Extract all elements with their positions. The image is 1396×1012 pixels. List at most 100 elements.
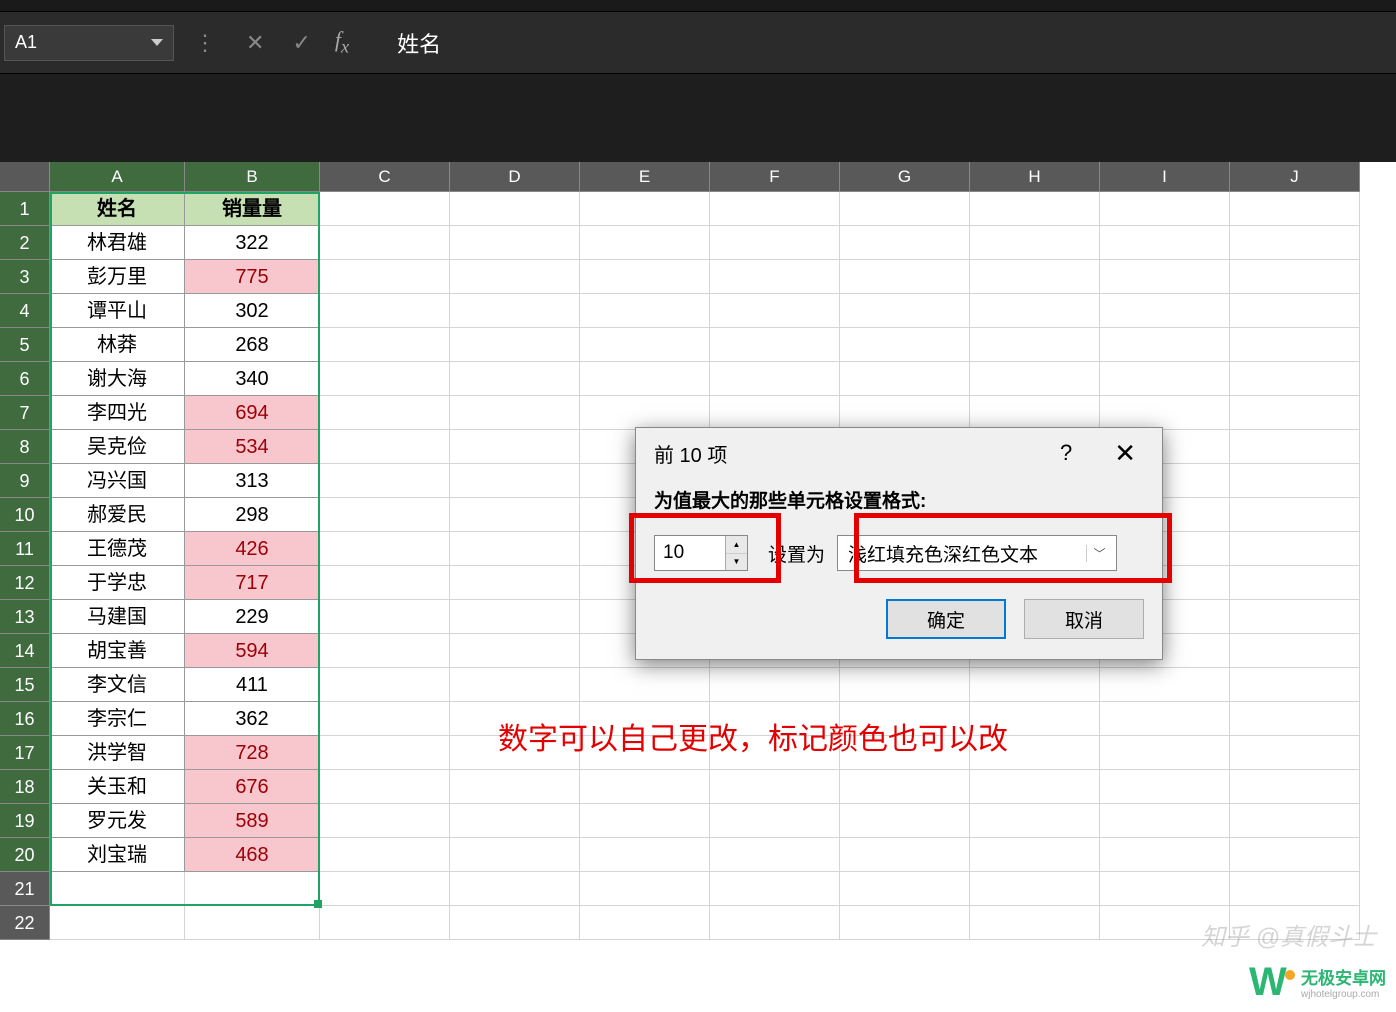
cell-A13[interactable]: 马建国 bbox=[50, 600, 185, 634]
cell-H2[interactable] bbox=[970, 226, 1100, 260]
cell-B11[interactable]: 426 bbox=[185, 532, 320, 566]
cell-I7[interactable] bbox=[1100, 396, 1230, 430]
cell-D21[interactable] bbox=[450, 872, 580, 906]
cell-J14[interactable] bbox=[1230, 634, 1360, 668]
cancel-formula-icon[interactable]: ✕ bbox=[232, 30, 278, 56]
row-header-20[interactable]: 20 bbox=[0, 838, 50, 872]
cell-A2[interactable]: 林君雄 bbox=[50, 226, 185, 260]
ok-button[interactable]: 确定 bbox=[886, 599, 1006, 639]
row-header-7[interactable]: 7 bbox=[0, 396, 50, 430]
cell-A11[interactable]: 王德茂 bbox=[50, 532, 185, 566]
cell-A17[interactable]: 洪学智 bbox=[50, 736, 185, 770]
cell-C6[interactable] bbox=[320, 362, 450, 396]
cell-H21[interactable] bbox=[970, 872, 1100, 906]
cell-I4[interactable] bbox=[1100, 294, 1230, 328]
cell-I2[interactable] bbox=[1100, 226, 1230, 260]
cell-J8[interactable] bbox=[1230, 430, 1360, 464]
cell-C4[interactable] bbox=[320, 294, 450, 328]
cell-C17[interactable] bbox=[320, 736, 450, 770]
cell-A22[interactable] bbox=[50, 906, 185, 940]
cell-E3[interactable] bbox=[580, 260, 710, 294]
cell-C2[interactable] bbox=[320, 226, 450, 260]
cell-D13[interactable] bbox=[450, 600, 580, 634]
row-header-3[interactable]: 3 bbox=[0, 260, 50, 294]
row-header-10[interactable]: 10 bbox=[0, 498, 50, 532]
cell-E20[interactable] bbox=[580, 838, 710, 872]
cell-J9[interactable] bbox=[1230, 464, 1360, 498]
column-header-I[interactable]: I bbox=[1100, 162, 1230, 192]
cell-C12[interactable] bbox=[320, 566, 450, 600]
cell-A16[interactable]: 李宗仁 bbox=[50, 702, 185, 736]
cell-E5[interactable] bbox=[580, 328, 710, 362]
cell-C19[interactable] bbox=[320, 804, 450, 838]
cell-D10[interactable] bbox=[450, 498, 580, 532]
close-icon[interactable]: ✕ bbox=[1084, 438, 1144, 469]
cell-J19[interactable] bbox=[1230, 804, 1360, 838]
cell-G21[interactable] bbox=[840, 872, 970, 906]
cell-H7[interactable] bbox=[970, 396, 1100, 430]
cell-J5[interactable] bbox=[1230, 328, 1360, 362]
column-header-E[interactable]: E bbox=[580, 162, 710, 192]
cell-C22[interactable] bbox=[320, 906, 450, 940]
cell-F6[interactable] bbox=[710, 362, 840, 396]
column-header-H[interactable]: H bbox=[970, 162, 1100, 192]
chevron-down-icon[interactable]: ﹀ bbox=[1086, 545, 1106, 562]
cell-D14[interactable] bbox=[450, 634, 580, 668]
cell-A5[interactable]: 林莽 bbox=[50, 328, 185, 362]
cell-D18[interactable] bbox=[450, 770, 580, 804]
cell-C10[interactable] bbox=[320, 498, 450, 532]
cell-D7[interactable] bbox=[450, 396, 580, 430]
cell-G20[interactable] bbox=[840, 838, 970, 872]
cell-H6[interactable] bbox=[970, 362, 1100, 396]
cell-A12[interactable]: 于学忠 bbox=[50, 566, 185, 600]
cell-A20[interactable]: 刘宝瑞 bbox=[50, 838, 185, 872]
row-header-18[interactable]: 18 bbox=[0, 770, 50, 804]
cell-A21[interactable] bbox=[50, 872, 185, 906]
cell-H5[interactable] bbox=[970, 328, 1100, 362]
count-input[interactable] bbox=[655, 536, 725, 570]
cell-B1[interactable]: 销量量 bbox=[185, 192, 320, 226]
cell-D2[interactable] bbox=[450, 226, 580, 260]
cell-A7[interactable]: 李四光 bbox=[50, 396, 185, 430]
cell-B19[interactable]: 589 bbox=[185, 804, 320, 838]
cell-G2[interactable] bbox=[840, 226, 970, 260]
cell-B9[interactable]: 313 bbox=[185, 464, 320, 498]
name-box[interactable]: A1 bbox=[4, 25, 174, 61]
cell-B10[interactable]: 298 bbox=[185, 498, 320, 532]
cell-J16[interactable] bbox=[1230, 702, 1360, 736]
cell-F21[interactable] bbox=[710, 872, 840, 906]
cell-J11[interactable] bbox=[1230, 532, 1360, 566]
cell-B18[interactable]: 676 bbox=[185, 770, 320, 804]
cell-D3[interactable] bbox=[450, 260, 580, 294]
cell-B3[interactable]: 775 bbox=[185, 260, 320, 294]
help-icon[interactable]: ? bbox=[1048, 440, 1084, 466]
cell-F1[interactable] bbox=[710, 192, 840, 226]
cell-B6[interactable]: 340 bbox=[185, 362, 320, 396]
cell-A6[interactable]: 谢大海 bbox=[50, 362, 185, 396]
cell-F20[interactable] bbox=[710, 838, 840, 872]
dialog-titlebar[interactable]: 前 10 项 ? ✕ bbox=[636, 428, 1162, 478]
column-header-F[interactable]: F bbox=[710, 162, 840, 192]
accept-formula-icon[interactable]: ✓ bbox=[278, 30, 324, 56]
cell-H15[interactable] bbox=[970, 668, 1100, 702]
cell-F7[interactable] bbox=[710, 396, 840, 430]
cell-C9[interactable] bbox=[320, 464, 450, 498]
cell-E18[interactable] bbox=[580, 770, 710, 804]
spinner-up-icon[interactable]: ▲ bbox=[726, 536, 747, 554]
cell-I1[interactable] bbox=[1100, 192, 1230, 226]
fx-icon[interactable]: fx bbox=[325, 27, 367, 57]
cell-J12[interactable] bbox=[1230, 566, 1360, 600]
cell-B12[interactable]: 717 bbox=[185, 566, 320, 600]
select-all-corner[interactable] bbox=[0, 162, 50, 192]
cell-I18[interactable] bbox=[1100, 770, 1230, 804]
cell-I19[interactable] bbox=[1100, 804, 1230, 838]
row-header-16[interactable]: 16 bbox=[0, 702, 50, 736]
cell-A9[interactable]: 冯兴国 bbox=[50, 464, 185, 498]
cell-G5[interactable] bbox=[840, 328, 970, 362]
cell-C11[interactable] bbox=[320, 532, 450, 566]
cell-C1[interactable] bbox=[320, 192, 450, 226]
cell-J10[interactable] bbox=[1230, 498, 1360, 532]
row-header-6[interactable]: 6 bbox=[0, 362, 50, 396]
cell-J4[interactable] bbox=[1230, 294, 1360, 328]
row-header-13[interactable]: 13 bbox=[0, 600, 50, 634]
